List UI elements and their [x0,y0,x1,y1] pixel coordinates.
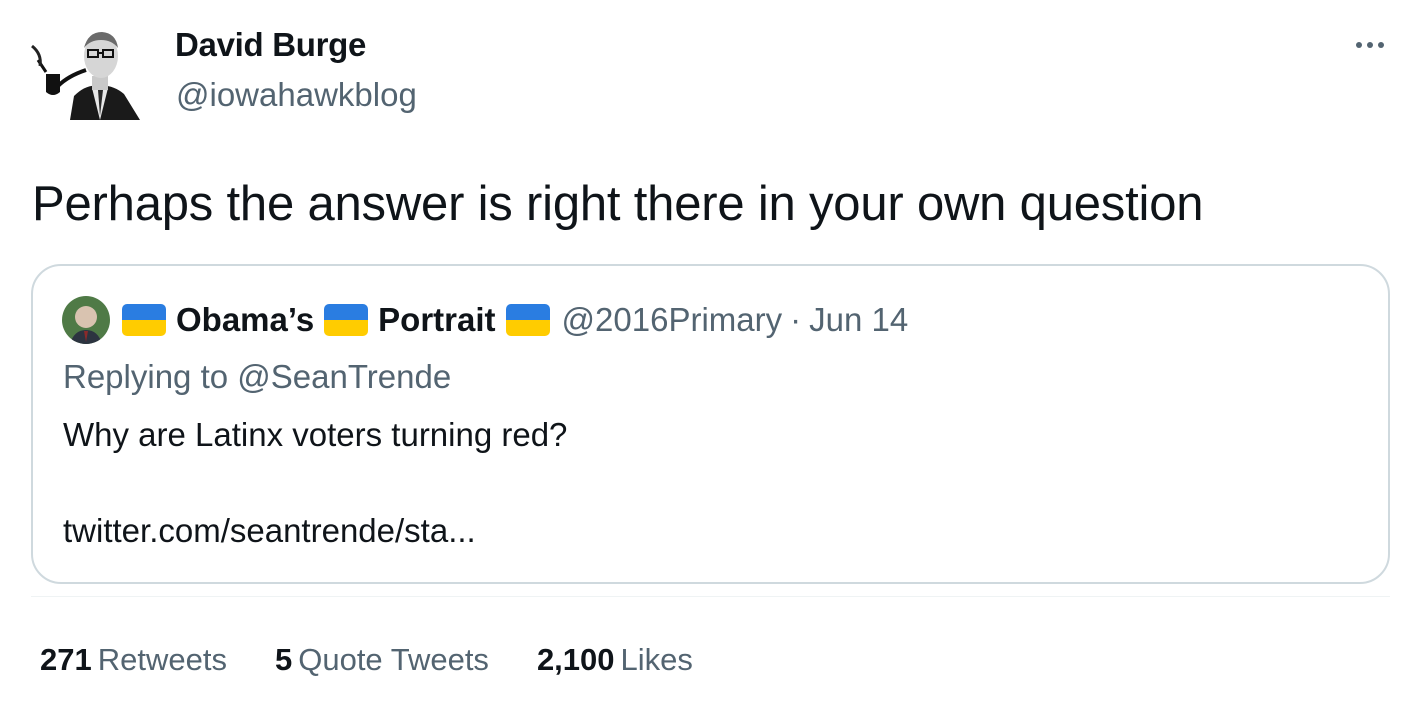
ukraine-flag-icon [505,304,550,336]
divider [31,596,1390,597]
quoted-handle[interactable]: @2016Primary [562,301,783,339]
quoted-tweet-text: Why are Latinx voters turning red? [63,416,568,453]
separator-dot: · [790,301,802,338]
retweets-stat[interactable]: 271 Retweets [40,642,227,678]
avatar-image [31,32,140,120]
dot [1356,42,1362,48]
engagement-stats: 271 Retweets 5 Quote Tweets 2,100 Likes [40,642,741,678]
dot [1367,42,1373,48]
quoted-author-avatar [62,296,110,344]
tweet: David Burge @iowahawkblog Perhaps the an… [0,0,1422,716]
quote-tweets-count: 5 [274,642,293,677]
replying-prefix: Replying to [63,358,229,395]
quoted-tweet-header: Obama’s Portrait @2016Primary · Jun 14 [62,296,908,344]
likes-label: Likes [620,642,693,677]
quoted-tweet-link[interactable]: twitter.com/seantrende/sta... [63,512,476,550]
quoted-tweet-card[interactable]: Obama’s Portrait @2016Primary · Jun 14 R… [31,264,1390,584]
ukraine-flag-icon [324,304,369,336]
likes-stat[interactable]: 2,100 Likes [537,642,693,678]
quote-tweets-stat[interactable]: 5 Quote Tweets [275,642,489,678]
likes-count: 2,100 [536,642,615,677]
quoted-avatar-image [62,296,110,344]
dot [1378,42,1384,48]
more-options-icon[interactable] [1348,30,1392,60]
quote-tweets-label: Quote Tweets [298,642,489,677]
author-name[interactable]: David Burge [175,26,366,64]
quoted-date[interactable]: Jun 14 [809,301,908,339]
author-handle[interactable]: @iowahawkblog [176,76,417,114]
author-avatar[interactable] [28,26,148,120]
quoted-name-part[interactable]: Obama’s [176,301,314,339]
replying-mention-link[interactable]: @SeanTrende [237,358,451,395]
retweets-count: 271 [40,642,92,677]
replying-to-line: Replying to @SeanTrende [63,358,451,396]
quoted-name-part[interactable]: Portrait [378,301,495,339]
ukraine-flag-icon [122,304,166,336]
tweet-text: Perhaps the answer is right there in you… [32,177,1204,231]
retweets-label: Retweets [97,642,227,677]
